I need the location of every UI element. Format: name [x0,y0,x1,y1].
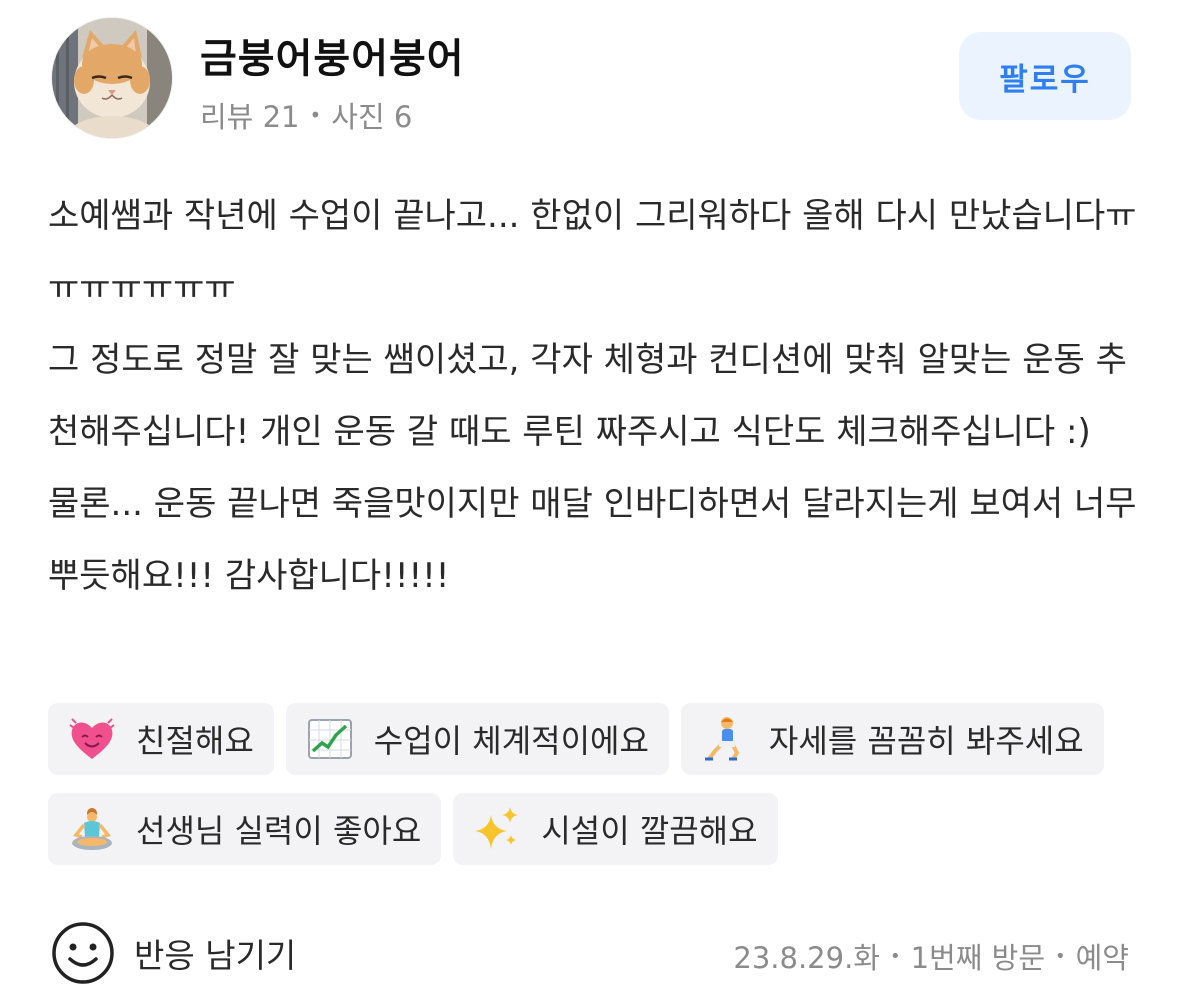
tag-skill: 선생님 실력이 좋아요 [48,793,442,865]
react-label: 반응 남기기 [134,936,297,975]
smiley-icon [52,922,114,984]
chart-increasing-icon [306,715,354,763]
tag-systematic: 수업이 체계적이에요 [285,703,669,775]
separator-dot: • [889,945,901,967]
photo-count: 사진 6 [331,100,413,134]
tag-label: 친절해요 [136,722,254,760]
lotus-position-icon [68,805,116,853]
visit-count: 1번째 방문 [910,941,1045,975]
separator-dot: • [309,103,322,127]
profile-avatar[interactable] [52,18,172,138]
review-paragraph: 그 정도로 정말 잘 맞는 쌤이셨고, 각자 체형과 컨디션에 맞춰 알맞는 운… [48,340,1127,452]
tag-label: 시설이 깔끔해요 [541,812,758,850]
review-card: 금붕어붕어붕어 리뷰 21 • 사진 6 팔로우 소예쌤과 작년에 수업이 끝나… [0,0,1179,990]
follow-button[interactable]: 팔로우 [959,32,1131,120]
keyword-tags: 친절해요 수업이 체계적이에요 자세를 꼼꼼히 봐주세요 선생님 실력이 좋아요… [48,703,1148,865]
review-text: 소예쌤과 작년에 수업이 끝나고... 한없이 그리워하다 올해 다시 만났습니… [48,180,1138,612]
lunging-person-icon [701,715,749,763]
cat-avatar-icon [52,18,172,138]
tag-label: 수업이 체계적이에요 [373,722,649,760]
username[interactable]: 금붕어붕어붕어 [200,26,465,84]
tag-label: 선생님 실력이 좋아요 [136,812,422,850]
react-button[interactable]: 반응 남기기 [50,920,296,986]
tag-kind: 친절해요 [48,703,274,775]
review-paragraph: 소예쌤과 작년에 수업이 끝나고... 한없이 그리워하다 올해 다시 만났습니… [48,196,1137,308]
tag-posture: 자세를 꼼꼼히 봐주세요 [680,703,1104,775]
separator-dot: • [1055,945,1066,967]
tag-label: 자세를 꼼꼼히 봐주세요 [768,722,1084,760]
review-paragraph: 물론... 운동 끝나면 죽을맛이지만 매달 인바디하면서 달라지는게 보여서 … [48,484,1137,596]
tag-facility: 시설이 깔끔해요 [453,793,778,865]
visit-date: 23.8.29.화 [733,941,880,975]
visit-meta: 23.8.29.화 • 1번째 방문 • 예약 [733,935,1129,977]
review-count: 리뷰 21 [200,100,300,134]
sparkles-icon [473,805,521,853]
user-stats: 리뷰 21 • 사진 6 [200,94,412,136]
smiling-heart-icon [68,715,116,763]
visit-type: 예약 [1075,941,1129,975]
